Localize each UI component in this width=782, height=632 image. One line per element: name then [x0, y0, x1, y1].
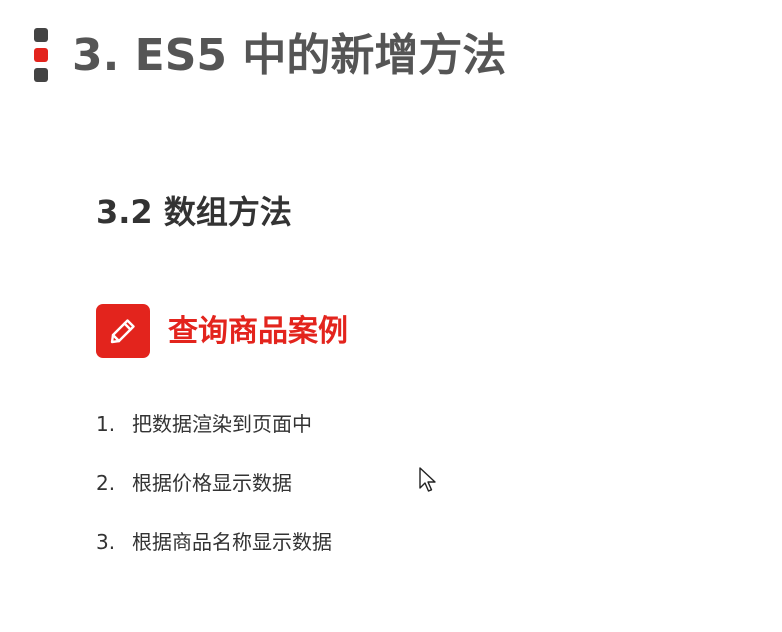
step-text: 根据价格显示数据	[132, 471, 292, 495]
step-number: 2.	[96, 471, 116, 495]
bullet-segment-top	[34, 28, 48, 42]
bullet-segment-bottom	[34, 68, 48, 82]
list-item: 1. 把数据渲染到页面中	[96, 402, 332, 461]
pencil-icon	[96, 304, 150, 358]
bullet-segment-middle	[34, 48, 48, 62]
title-bullet-bar	[34, 28, 48, 82]
page-title: 3. ES5 中的新增方法	[72, 30, 507, 81]
step-text: 把数据渲染到页面中	[132, 412, 312, 436]
mouse-pointer-icon	[419, 467, 436, 492]
section-title: 3.2 数组方法	[96, 193, 292, 231]
step-text: 根据商品名称显示数据	[132, 530, 332, 554]
step-number: 1.	[96, 412, 116, 436]
list-item: 2. 根据价格显示数据	[96, 461, 332, 520]
list-item: 3. 根据商品名称显示数据	[96, 520, 332, 579]
pencil-icon-glyph	[110, 319, 135, 344]
steps-list: 1. 把数据渲染到页面中 2. 根据价格显示数据 3. 根据商品名称显示数据	[96, 402, 332, 579]
step-number: 3.	[96, 530, 116, 554]
case-title: 查询商品案例	[168, 314, 348, 349]
slide: 3. ES5 中的新增方法 3.2 数组方法 查询商品案例 1. 把数据渲染到页面…	[0, 0, 782, 632]
